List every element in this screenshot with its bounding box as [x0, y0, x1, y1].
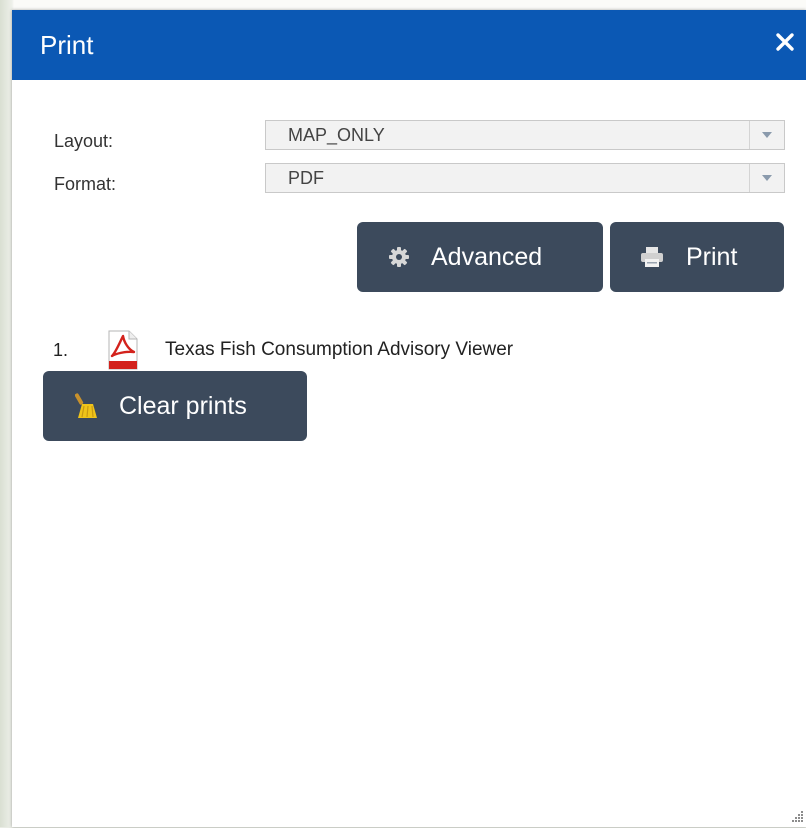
- format-select-value: PDF: [288, 168, 324, 188]
- chevron-down-icon[interactable]: [749, 121, 784, 149]
- print-button[interactable]: Print: [610, 222, 784, 292]
- pdf-file-icon[interactable]: [105, 330, 141, 370]
- print-result-link[interactable]: Texas Fish Consumption Advisory Viewer: [165, 339, 513, 361]
- chevron-down-icon[interactable]: [749, 164, 784, 192]
- advanced-button-label: Advanced: [431, 242, 543, 271]
- advanced-button[interactable]: Advanced: [357, 222, 603, 292]
- print-dialog: Print Layout: MAP_ONLY Format: PDF Advan…: [12, 10, 806, 827]
- format-label: Format:: [54, 174, 117, 194]
- layout-select-value: MAP_ONLY: [288, 125, 385, 145]
- close-icon[interactable]: [770, 27, 800, 57]
- clear-prints-label: Clear prints: [119, 391, 247, 420]
- broom-icon: [75, 392, 99, 420]
- dialog-title: Print: [40, 30, 94, 60]
- clear-prints-button[interactable]: Clear prints: [43, 371, 307, 441]
- resize-grip-icon[interactable]: [790, 809, 804, 823]
- gear-icon: [387, 245, 411, 269]
- layout-label: Layout:: [54, 131, 114, 151]
- print-button-label: Print: [686, 242, 738, 271]
- dialog-header: Print: [12, 10, 806, 80]
- layout-select[interactable]: MAP_ONLY: [265, 120, 785, 150]
- list-item-number: 1.: [53, 340, 69, 360]
- format-select[interactable]: PDF: [265, 163, 785, 193]
- printer-icon: [640, 245, 664, 269]
